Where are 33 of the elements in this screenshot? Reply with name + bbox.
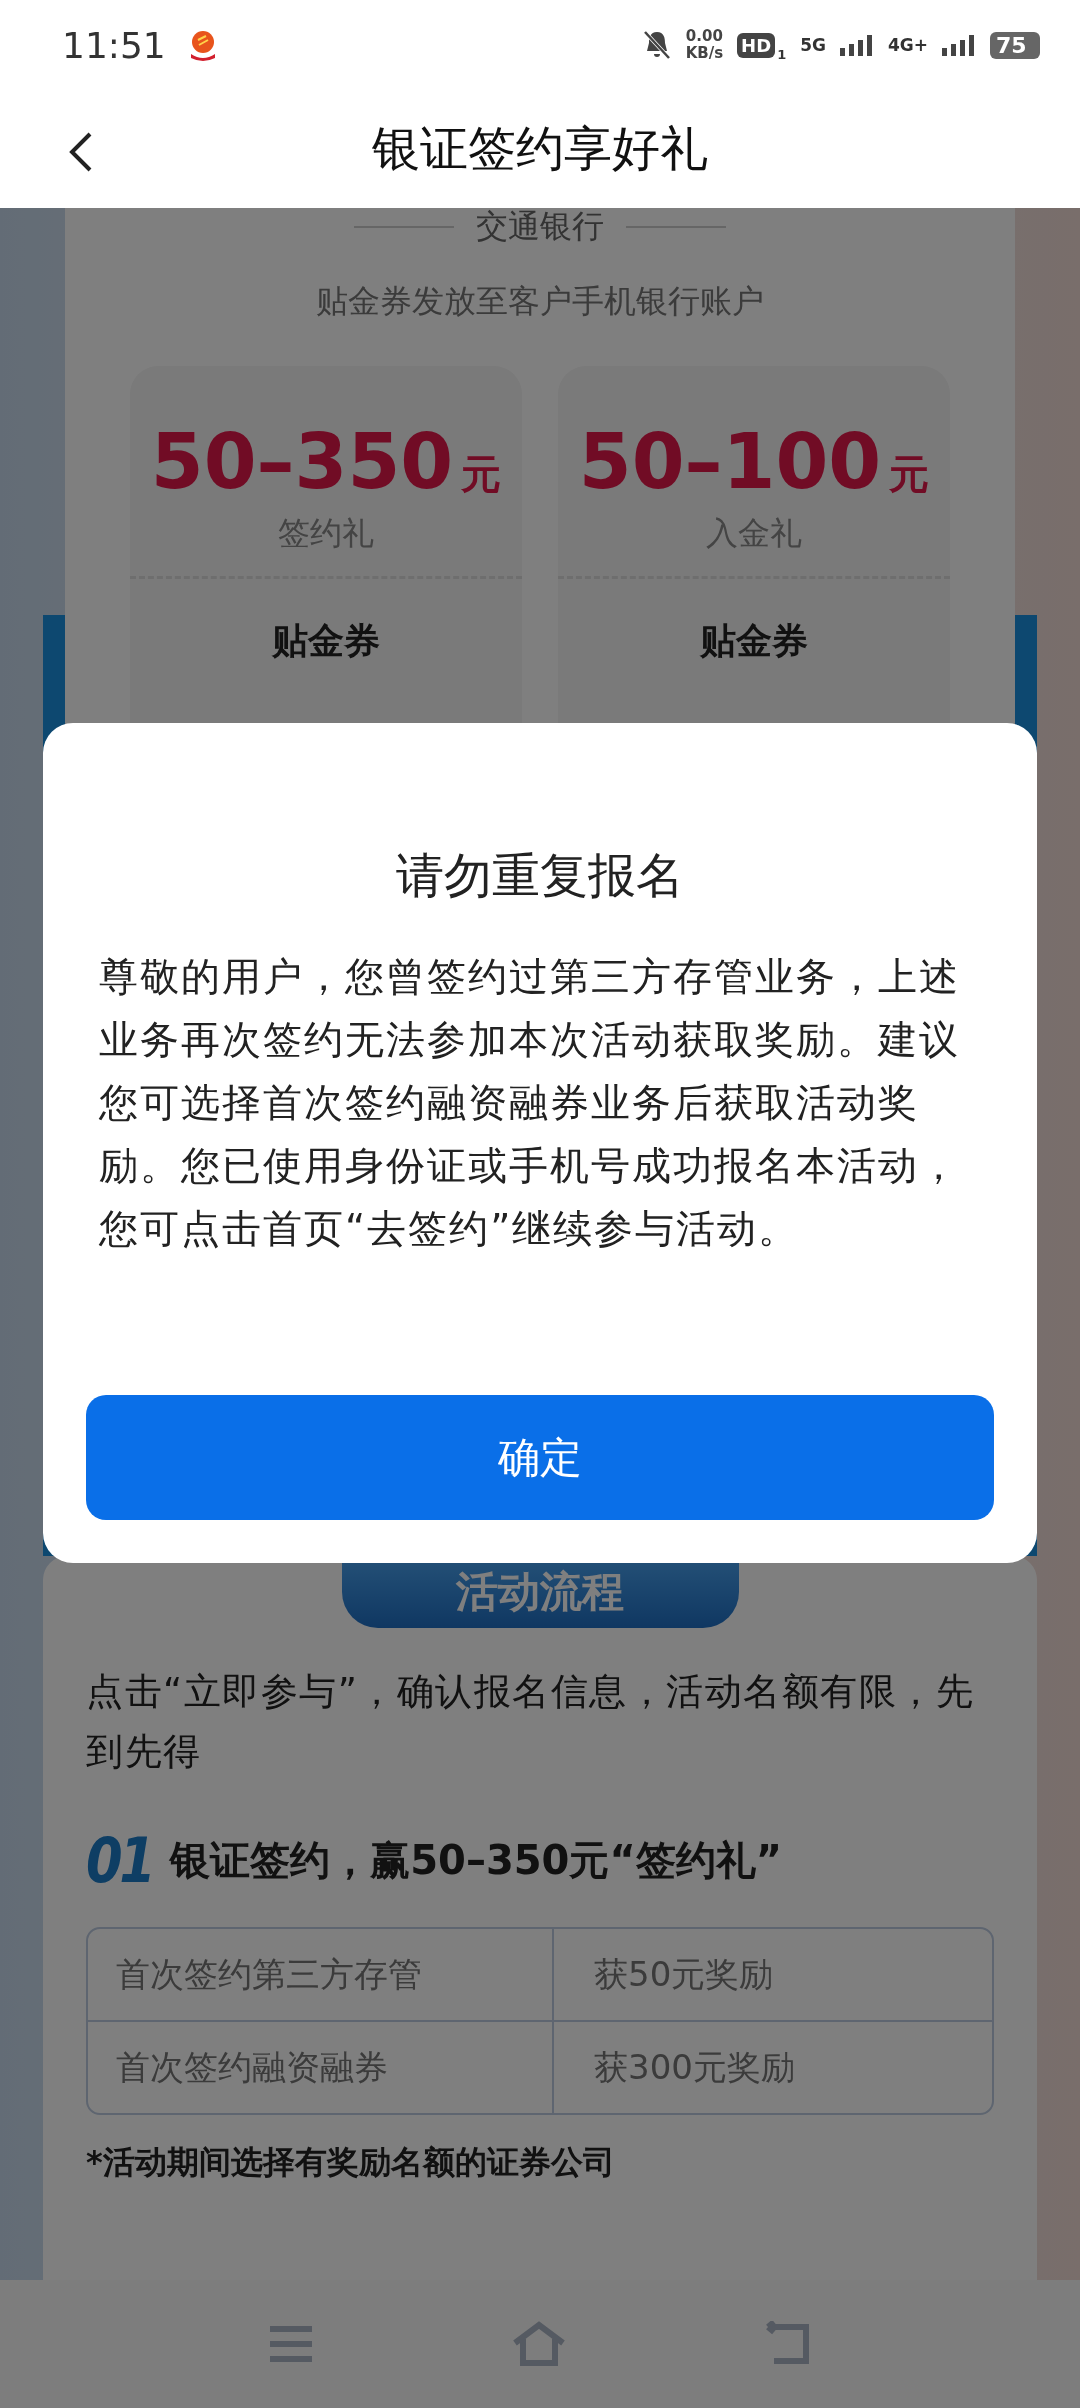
network-type: 4G+ xyxy=(887,36,928,54)
battery-level: 75 xyxy=(990,31,1040,59)
table-cell: 获50元奖励 xyxy=(552,1929,992,2020)
subtitle: 贴金券发放至客户手机银行账户 xyxy=(316,281,764,322)
signal-icon xyxy=(942,34,976,56)
network-speed: 0.00 xyxy=(685,28,723,45)
footnote: *活动期间选择有奖励名额的证券公司 xyxy=(86,2142,616,2183)
step-number: 01 xyxy=(86,1824,153,1897)
table-cell: 获300元奖励 xyxy=(552,2022,992,2113)
dialog-title: 请勿重复报名 xyxy=(396,846,684,905)
coupon-amount: 50–100 xyxy=(578,416,882,506)
confirm-button[interactable]: 确定 xyxy=(86,1395,994,1520)
network-type: 5G xyxy=(800,36,826,54)
currency-unit: 元 xyxy=(461,449,502,499)
step-title: 银证签约，赢50–350元“签约礼” xyxy=(170,1836,783,1885)
speed-unit: KB/s xyxy=(685,45,724,62)
coupon-type: 贴金券 xyxy=(700,619,808,663)
menu-icon[interactable] xyxy=(268,2325,315,2363)
signal-icon xyxy=(839,34,874,56)
page-title: 银证签约享好礼 xyxy=(372,119,708,178)
clock-time: 11:51 xyxy=(62,24,166,66)
bank-name: 交通银行 xyxy=(476,208,604,247)
dialog-message: 尊敬的用户，您曾签约过第三方存管业务，上述业务再次签约无法参加本次活动获取奖励。建议您可选择首次签约融资融券业务后获取活动奖励。您已使用身份证或手机号成功报名本活动，您可点击首页“去签约”继续参与活动。 xyxy=(98,953,961,1253)
coupon-type: 贴金券 xyxy=(272,619,380,663)
hd-badge: HD xyxy=(737,32,776,58)
home-icon[interactable] xyxy=(511,2321,567,2367)
coupon-amount: 50–350 xyxy=(150,416,454,506)
table-cell-text: 首次签约第三方存管 xyxy=(115,1952,423,1996)
table-cell-text: 首次签约融资融券 xyxy=(115,2045,389,2089)
intro-text: 点击“立即参与”，确认报名信息，活动名额有限，先到先得 xyxy=(86,1669,976,1775)
currency-unit: 元 xyxy=(889,449,930,499)
sim-number: 1 xyxy=(777,47,787,62)
bell-muted-icon xyxy=(641,29,672,61)
